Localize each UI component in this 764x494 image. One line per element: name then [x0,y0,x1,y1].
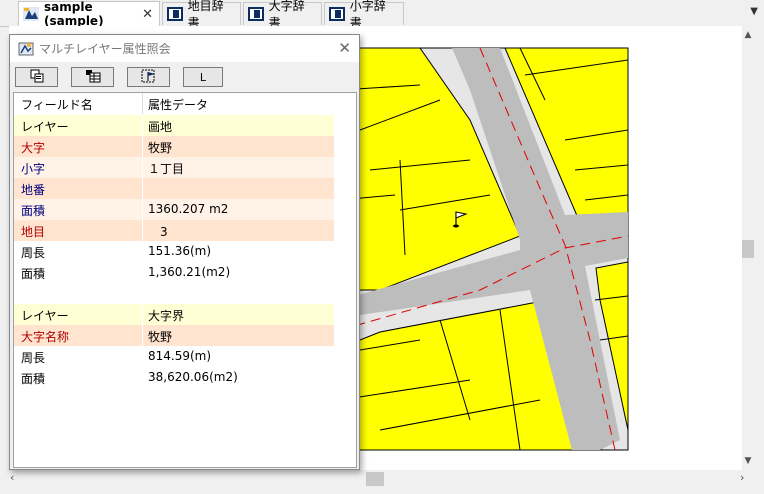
map-document-icon [23,7,39,21]
attribute-value-cell: 151.36(m) [148,244,212,258]
dialog-title-bar[interactable]: マルチレイヤー属性照会 ✕ [10,35,359,62]
column-divider [142,325,143,346]
book-icon [329,7,345,21]
field-name-cell: 小字 [21,162,46,176]
column-divider [142,304,143,325]
table-row[interactable]: 面積 1360.207 m2 [14,199,334,220]
horizontal-scroll-thumb[interactable] [366,472,384,486]
horizontal-scrollbar[interactable]: ‹ › [0,470,764,494]
grid-header: フィールド名 属性データ [14,93,354,115]
close-icon[interactable]: ✕ [338,39,351,57]
copy-button[interactable] [15,67,58,87]
label-button-text: L [199,70,207,84]
column-divider [142,367,143,388]
scroll-left-icon[interactable]: ‹ [10,471,14,484]
tab-sample[interactable]: sample (sample) ✕ [18,0,160,28]
column-divider [142,157,143,178]
table-view-button[interactable] [71,67,114,87]
table-row[interactable]: 大字名称 牧野 [14,325,334,346]
table-row[interactable]: 周長 151.36(m) [14,241,334,262]
column-divider [142,283,143,304]
tab-label: sample (sample) [44,0,104,28]
attribute-value-cell: 大字界 [148,309,185,323]
table-row[interactable]: 周長 814.59(m) [14,346,334,367]
table-row[interactable]: 地番 [14,178,334,199]
attribute-value-cell: 牧野 [148,330,173,344]
dialog-title: マルチレイヤー属性照会 [39,42,171,56]
table-row[interactable]: 地目 3 [14,220,334,241]
attribute-value-cell: 3 [148,225,168,239]
field-name-cell: 面積 [21,267,46,281]
attribute-value-cell: 画地 [148,120,173,134]
column-divider [142,346,143,367]
table-row[interactable]: レイヤー 画地 [14,115,334,136]
table-row[interactable]: 大字 牧野 [14,136,334,157]
attribute-grid[interactable]: フィールド名 属性データ レイヤー 画地 大字 牧野 小字 １丁目 地番 面積 1360.207… [13,92,357,468]
field-name-cell: 大字 [21,141,46,155]
field-name-cell: レイヤー [21,309,69,323]
flag-select-button[interactable] [127,67,170,87]
column-divider [142,178,143,199]
field-name-cell: 大字名称 [21,330,70,344]
column-header-value: 属性データ [148,98,209,112]
attribute-value-cell: 38,620.06(m2) [148,370,238,384]
label-button[interactable]: L [183,67,223,87]
document-tab-bar: sample (sample) ✕ 地目辞書 大字辞書 小字辞書 ▼ [0,0,764,30]
attribute-query-icon [18,41,34,57]
attribute-value-cell: １丁目 [148,162,185,176]
column-divider [142,241,143,262]
table-row[interactable]: 小字 １丁目 [14,157,334,178]
close-icon[interactable]: ✕ [142,7,153,22]
tab-chimoku-dictionary[interactable]: 地目辞書 [162,0,241,30]
attribute-value-cell: 814.59(m) [148,349,212,363]
tab-koaza-dictionary[interactable]: 小字辞書 [324,0,404,30]
attribute-value-cell: 1,360.21(m2) [148,265,231,279]
column-divider [142,93,143,114]
vertical-scrollbar[interactable]: ▲ ▼ [742,26,764,470]
vertical-scroll-thumb[interactable] [742,240,754,258]
field-name-cell: 面積 [21,372,46,386]
field-name-cell: 周長 [21,351,46,365]
scroll-up-icon[interactable]: ▲ [742,30,754,40]
table-row[interactable]: 面積 38,620.06(m2) [14,367,334,388]
chevron-down-icon[interactable]: ▼ [750,6,758,17]
table-icon [85,69,101,86]
column-divider [142,199,143,220]
flag-select-icon [141,69,157,86]
column-divider [142,136,143,157]
copy-icon [29,69,45,86]
book-icon [248,7,264,21]
table-row[interactable]: レイヤー 大字界 [14,304,334,325]
column-header-field: フィールド名 [21,98,93,112]
column-divider [142,220,143,241]
scroll-down-icon[interactable]: ▼ [742,456,754,466]
field-name-cell: 面積 [21,204,46,218]
field-name-cell: レイヤー [21,120,69,134]
dialog-toolbar: L [10,63,359,91]
field-name-cell: 地目 [21,225,46,239]
field-name-cell: 周長 [21,246,46,260]
scroll-right-icon[interactable]: › [740,471,744,484]
field-name-cell: 地番 [21,183,46,197]
column-divider [142,115,143,136]
attribute-value-cell: 牧野 [148,141,173,155]
table-row[interactable] [14,283,334,304]
table-row[interactable]: 面積 1,360.21(m2) [14,262,334,283]
book-icon [167,7,183,21]
attribute-value-cell: 1360.207 m2 [148,202,229,216]
multilayer-attribute-dialog: マルチレイヤー属性照会 ✕ L フィールド名 属性データ レイヤー画地 大字 牧… [9,34,360,470]
column-divider [142,262,143,283]
tab-oaza-dictionary[interactable]: 大字辞書 [243,0,322,30]
